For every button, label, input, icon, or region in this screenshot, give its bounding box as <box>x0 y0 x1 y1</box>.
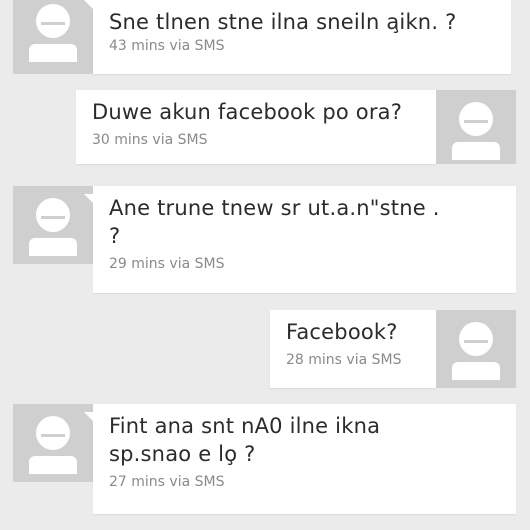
contact-avatar-icon[interactable] <box>13 186 93 264</box>
message-bubble[interactable]: Facebook? 28 mins via SMS <box>270 310 445 388</box>
sms-conversation-thread[interactable]: Sne tlnen stne ilna sneiln a̧ikn. ? 43 m… <box>0 0 530 530</box>
message-bubble[interactable]: Ane trune tnew sr ut.a.n"stne . ? 29 min… <box>84 186 516 293</box>
message-outgoing[interactable]: Duwe akun facebook po ora? 30 mins via S… <box>76 90 516 164</box>
message-text: Facebook? <box>286 320 398 344</box>
message-text: Fint ana snt nA0 ilne ikna sp.snao e lo̧… <box>109 414 381 466</box>
message-timestamp: 30 mins via SMS <box>92 132 208 148</box>
message-bubble[interactable]: Sne tlnen stne ilna sneiln a̧ikn. ? 43 m… <box>84 0 511 74</box>
message-text: Sne tlnen stne ilna sneiln a̧ikn. ? <box>109 10 457 34</box>
message-bubble[interactable]: Fint ana snt nA0 ilne ikna sp.snao e lo̧… <box>84 404 516 514</box>
message-outgoing[interactable]: Facebook? 28 mins via SMS <box>270 310 516 388</box>
message-incoming[interactable]: Ane trune tnew sr ut.a.n"stne . ? 29 min… <box>13 186 516 293</box>
message-text: Ane trune tnew sr ut.a.n"stne . ? <box>109 196 440 248</box>
message-incoming[interactable]: Sne tlnen stne ilna sneiln a̧ikn. ? 43 m… <box>13 0 511 74</box>
message-bubble[interactable]: Duwe akun facebook po ora? 30 mins via S… <box>76 90 445 164</box>
contact-avatar-icon[interactable] <box>13 0 93 74</box>
message-text: Duwe akun facebook po ora? <box>92 100 403 124</box>
message-timestamp: 28 mins via SMS <box>286 352 402 368</box>
message-timestamp: 43 mins via SMS <box>109 38 225 54</box>
my-avatar-icon[interactable] <box>436 90 516 164</box>
my-avatar-icon[interactable] <box>436 310 516 388</box>
message-incoming[interactable]: Fint ana snt nA0 ilne ikna sp.snao e lo̧… <box>13 404 516 514</box>
message-timestamp: 29 mins via SMS <box>109 256 225 272</box>
contact-avatar-icon[interactable] <box>13 404 93 482</box>
message-timestamp: 27 mins via SMS <box>109 474 225 490</box>
